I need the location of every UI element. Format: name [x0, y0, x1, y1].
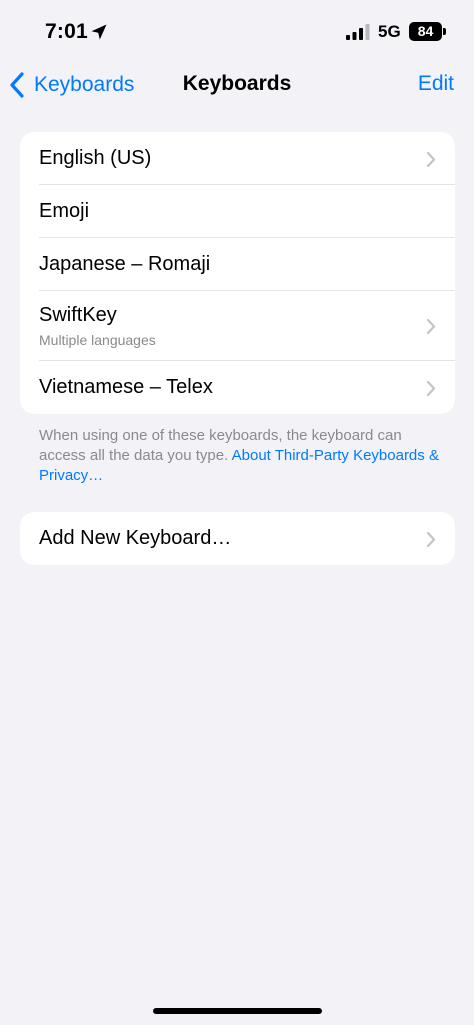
location-arrow-icon	[91, 24, 107, 40]
keyboards-footer-note: When using one of these keyboards, the k…	[39, 426, 449, 486]
keyboard-label: Emoji	[39, 200, 90, 222]
keyboard-subtitle: Multiple languages	[39, 332, 156, 348]
keyboard-label: English (US)	[39, 147, 152, 169]
keyboard-row-emoji[interactable]: Emoji	[20, 185, 455, 238]
status-bar: 7:01 5G 84	[0, 0, 474, 62]
chevron-right-icon	[426, 380, 436, 396]
page-title: Keyboards	[182, 72, 292, 95]
battery-indicator: 84	[409, 22, 442, 41]
keyboard-label: Vietnamese – Telex	[39, 376, 213, 398]
chevron-right-icon	[426, 531, 436, 547]
home-indicator[interactable]	[153, 1008, 322, 1014]
navigation-bar: Keyboards Keyboards Edit	[0, 62, 474, 108]
keyboard-row-swiftkey[interactable]: SwiftKey Multiple languages	[20, 291, 455, 361]
keyboard-label: SwiftKey	[39, 304, 117, 326]
network-type-label: 5G	[378, 22, 401, 41]
cellular-signal-icon	[346, 24, 370, 40]
chevron-right-icon	[426, 318, 436, 335]
status-time: 7:01	[45, 20, 88, 43]
edit-button[interactable]: Edit	[418, 72, 454, 96]
keyboard-label: Japanese – Romaji	[39, 253, 211, 275]
battery-tip	[443, 28, 446, 35]
keyboards-list: English (US) Emoji Japanese – Romaji Swi…	[20, 132, 455, 414]
add-new-keyboard-label: Add New Keyboard…	[39, 527, 232, 549]
add-keyboard-group: Add New Keyboard…	[20, 512, 455, 565]
chevron-right-icon	[426, 151, 436, 167]
add-new-keyboard-row[interactable]: Add New Keyboard…	[20, 512, 455, 565]
keyboard-row-japanese-romaji[interactable]: Japanese – Romaji	[20, 238, 455, 291]
keyboard-row-vietnamese-telex[interactable]: Vietnamese – Telex	[20, 361, 455, 414]
keyboard-row-english-us[interactable]: English (US)	[20, 132, 455, 185]
